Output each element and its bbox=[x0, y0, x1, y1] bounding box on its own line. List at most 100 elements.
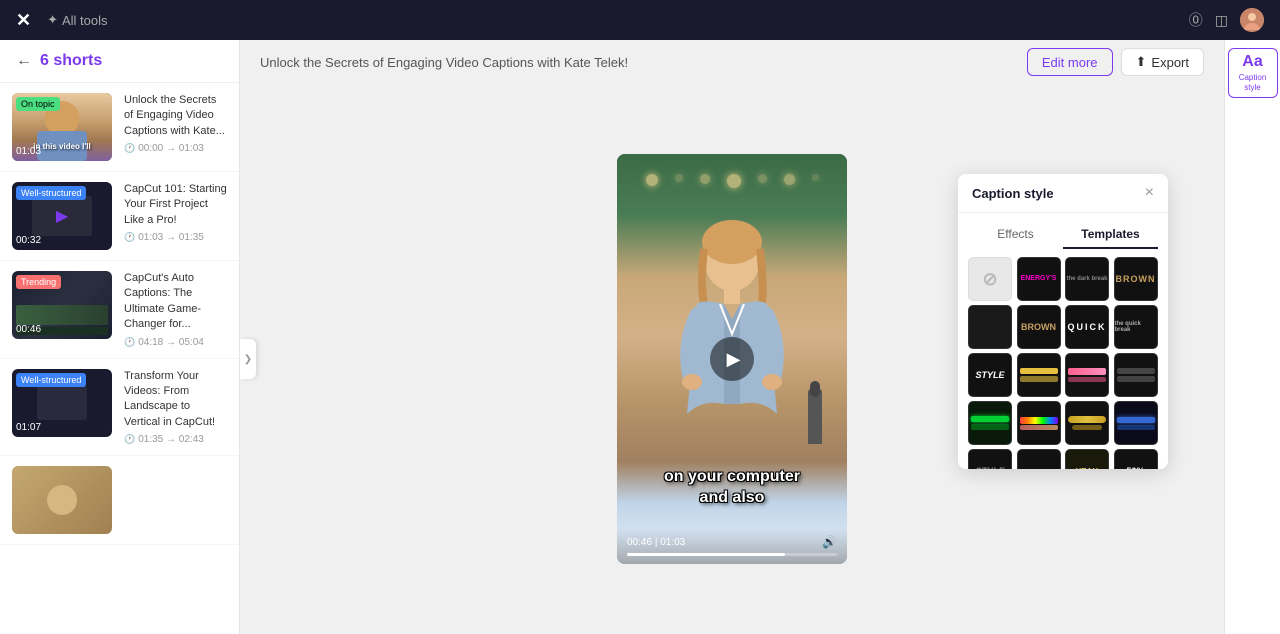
badge-trending: Trending bbox=[16, 275, 61, 289]
topnav-right: ⓪ ◫ bbox=[1189, 8, 1264, 32]
thumb-duration: 01:07 bbox=[16, 422, 41, 433]
caption-tabs: Effects Templates bbox=[958, 213, 1168, 249]
sidebar-header: ← 6 shorts bbox=[0, 40, 239, 83]
style-yellow-stripe[interactable] bbox=[1017, 353, 1061, 397]
progress-fill bbox=[627, 553, 785, 556]
video-caption: on your computer and also bbox=[664, 467, 800, 509]
video-area: ❯ bbox=[240, 84, 1224, 634]
style-dark-break[interactable]: the dark break bbox=[1065, 257, 1109, 301]
style-r5-1[interactable]: STYLE bbox=[968, 449, 1012, 469]
style-gold[interactable] bbox=[1065, 401, 1109, 445]
volume-icon[interactable]: 🔊 bbox=[822, 535, 837, 549]
caption-style-icon: Aa bbox=[1242, 53, 1262, 71]
item-time: 🕐 04:18 → 05:04 bbox=[124, 337, 227, 348]
top-navigation: ✕ ✦ All tools ⓪ ◫ bbox=[0, 0, 1280, 40]
bokeh-lights bbox=[617, 174, 847, 188]
caption-style-tool-button[interactable]: Aa Captionstyle bbox=[1228, 48, 1278, 98]
style-brown2[interactable]: BROWN bbox=[1017, 305, 1061, 349]
item-title: Transform Your Videos: From Landscape to… bbox=[124, 369, 227, 431]
item-info: CapCut 101: Starting Your First Project … bbox=[124, 182, 227, 243]
export-button[interactable]: ⬆ Export bbox=[1121, 48, 1204, 76]
style-quick-break[interactable]: the quick break bbox=[1114, 305, 1158, 349]
style-dark-stripe[interactable] bbox=[1114, 353, 1158, 397]
progress-bar[interactable] bbox=[627, 553, 837, 556]
item-time: 🕐 01:03 → 01:35 bbox=[124, 232, 227, 243]
thumbnail: in this video I'll On topic 01:03 bbox=[12, 93, 112, 161]
video-controls: 00:46 | 01:03 🔊 bbox=[617, 529, 847, 564]
caption-panel-title: Caption style bbox=[972, 186, 1054, 201]
thumbnail: ▶ Well-structured 00:32 bbox=[12, 182, 112, 250]
export-icon: ⬆ bbox=[1136, 54, 1147, 70]
item-info: CapCut's Auto Captions: The Ultimate Gam… bbox=[124, 271, 227, 348]
avatar[interactable] bbox=[1240, 8, 1264, 32]
edit-more-button[interactable]: Edit more bbox=[1027, 48, 1113, 76]
sidebar-title: 6 shorts bbox=[40, 52, 102, 70]
caption-style-label: Captionstyle bbox=[1239, 73, 1267, 92]
tools-icon: ✦ bbox=[47, 12, 58, 28]
item-time: 🕐 01:35 → 02:43 bbox=[124, 434, 227, 445]
style-r5-3[interactable]: YEAH bbox=[1065, 449, 1109, 469]
style-neon-blue[interactable] bbox=[1114, 401, 1158, 445]
sidebar: ← 6 shorts in this video I'll On topic 0… bbox=[0, 40, 240, 634]
clock-icon: 🕐 bbox=[124, 232, 135, 243]
item-info: Unlock the Secrets of Engaging Video Cap… bbox=[124, 93, 227, 154]
video-time-row: 00:46 | 01:03 🔊 bbox=[627, 535, 837, 549]
sidebar-list: in this video I'll On topic 01:03 Unlock… bbox=[0, 83, 239, 634]
item-title: CapCut's Auto Captions: The Ultimate Gam… bbox=[124, 271, 227, 333]
style-dark1[interactable] bbox=[968, 305, 1012, 349]
main-layout: ← 6 shorts in this video I'll On topic 0… bbox=[0, 40, 1280, 634]
thumb-duration: 00:32 bbox=[16, 235, 41, 246]
thumb-duration: 01:03 bbox=[16, 146, 41, 157]
style-colorful[interactable] bbox=[1017, 401, 1061, 445]
caption-panel-header: Caption style × bbox=[958, 174, 1168, 213]
badge-ontopic: On topic bbox=[16, 97, 60, 111]
item-time: 🕐 00:00 → 01:03 bbox=[124, 143, 227, 154]
right-tool-panel: Aa Captionstyle bbox=[1224, 40, 1280, 634]
current-time: 00:46 | 01:03 bbox=[627, 537, 685, 548]
thumb-duration: 00:46 bbox=[16, 324, 41, 335]
logo-icon[interactable]: ✕ bbox=[16, 10, 31, 31]
list-item[interactable]: ▶ Well-structured 00:32 CapCut 101: Star… bbox=[0, 172, 239, 261]
microphone bbox=[808, 389, 822, 444]
thumbnail: Well-structured 01:07 bbox=[12, 369, 112, 437]
video-player: on your computer and also ▶ 00:46 | 01:0… bbox=[617, 154, 847, 564]
content-header: Unlock the Secrets of Engaging Video Cap… bbox=[240, 40, 1224, 84]
content-header-text: Unlock the Secrets of Engaging Video Cap… bbox=[260, 55, 628, 70]
header-actions: Edit more ⬆ Export bbox=[1027, 48, 1204, 76]
style-quick[interactable]: QUICK bbox=[1065, 305, 1109, 349]
item-title: CapCut 101: Starting Your First Project … bbox=[124, 182, 227, 228]
style-pink-stripe[interactable] bbox=[1065, 353, 1109, 397]
clock-icon: 🕐 bbox=[124, 434, 135, 445]
content-area: Unlock the Secrets of Engaging Video Cap… bbox=[240, 40, 1224, 634]
tab-templates[interactable]: Templates bbox=[1063, 221, 1158, 249]
history-icon[interactable]: ◫ bbox=[1215, 12, 1228, 29]
caption-close-button[interactable]: × bbox=[1145, 184, 1154, 202]
tab-effects[interactable]: Effects bbox=[968, 221, 1063, 249]
list-item[interactable]: Well-structured 01:07 Transform Your Vid… bbox=[0, 359, 239, 457]
help-icon[interactable]: ⓪ bbox=[1189, 10, 1203, 30]
style-brown-bold[interactable]: BROWN bbox=[1114, 257, 1158, 301]
play-button[interactable]: ▶ bbox=[710, 337, 754, 381]
clock-icon: 🕐 bbox=[124, 337, 135, 348]
back-button[interactable]: ← bbox=[16, 52, 32, 70]
style-energy[interactable]: ENERGY'S bbox=[1017, 257, 1061, 301]
list-item[interactable]: in this video I'll On topic 01:03 Unlock… bbox=[0, 83, 239, 172]
style-r5-2[interactable] bbox=[1017, 449, 1061, 469]
badge-wellstructured: Well-structured bbox=[16, 186, 86, 200]
badge-wellstructured: Well-structured bbox=[16, 373, 86, 387]
item-info: Transform Your Videos: From Landscape to… bbox=[124, 369, 227, 446]
list-item[interactable] bbox=[0, 456, 239, 545]
clock-icon: 🕐 bbox=[124, 143, 135, 154]
style-none[interactable]: ⊘ bbox=[968, 257, 1012, 301]
thumbnail: Trending 00:46 bbox=[12, 271, 112, 339]
item-title: Unlock the Secrets of Engaging Video Cap… bbox=[124, 93, 227, 139]
thumb-caption: in this video I'll bbox=[33, 142, 90, 151]
style-neon-green[interactable] bbox=[968, 401, 1012, 445]
style-r5-4[interactable]: 50% bbox=[1114, 449, 1158, 469]
all-tools-button[interactable]: ✦ All tools bbox=[47, 12, 107, 28]
play-icon: ▶ bbox=[727, 349, 741, 370]
style-style[interactable]: STYLE bbox=[968, 353, 1012, 397]
caption-style-grid: ⊘ ENERGY'S the dark break BROWN BROWN bbox=[958, 249, 1168, 469]
collapse-handle[interactable]: ❯ bbox=[240, 339, 256, 379]
list-item[interactable]: Trending 00:46 CapCut's Auto Captions: T… bbox=[0, 261, 239, 359]
